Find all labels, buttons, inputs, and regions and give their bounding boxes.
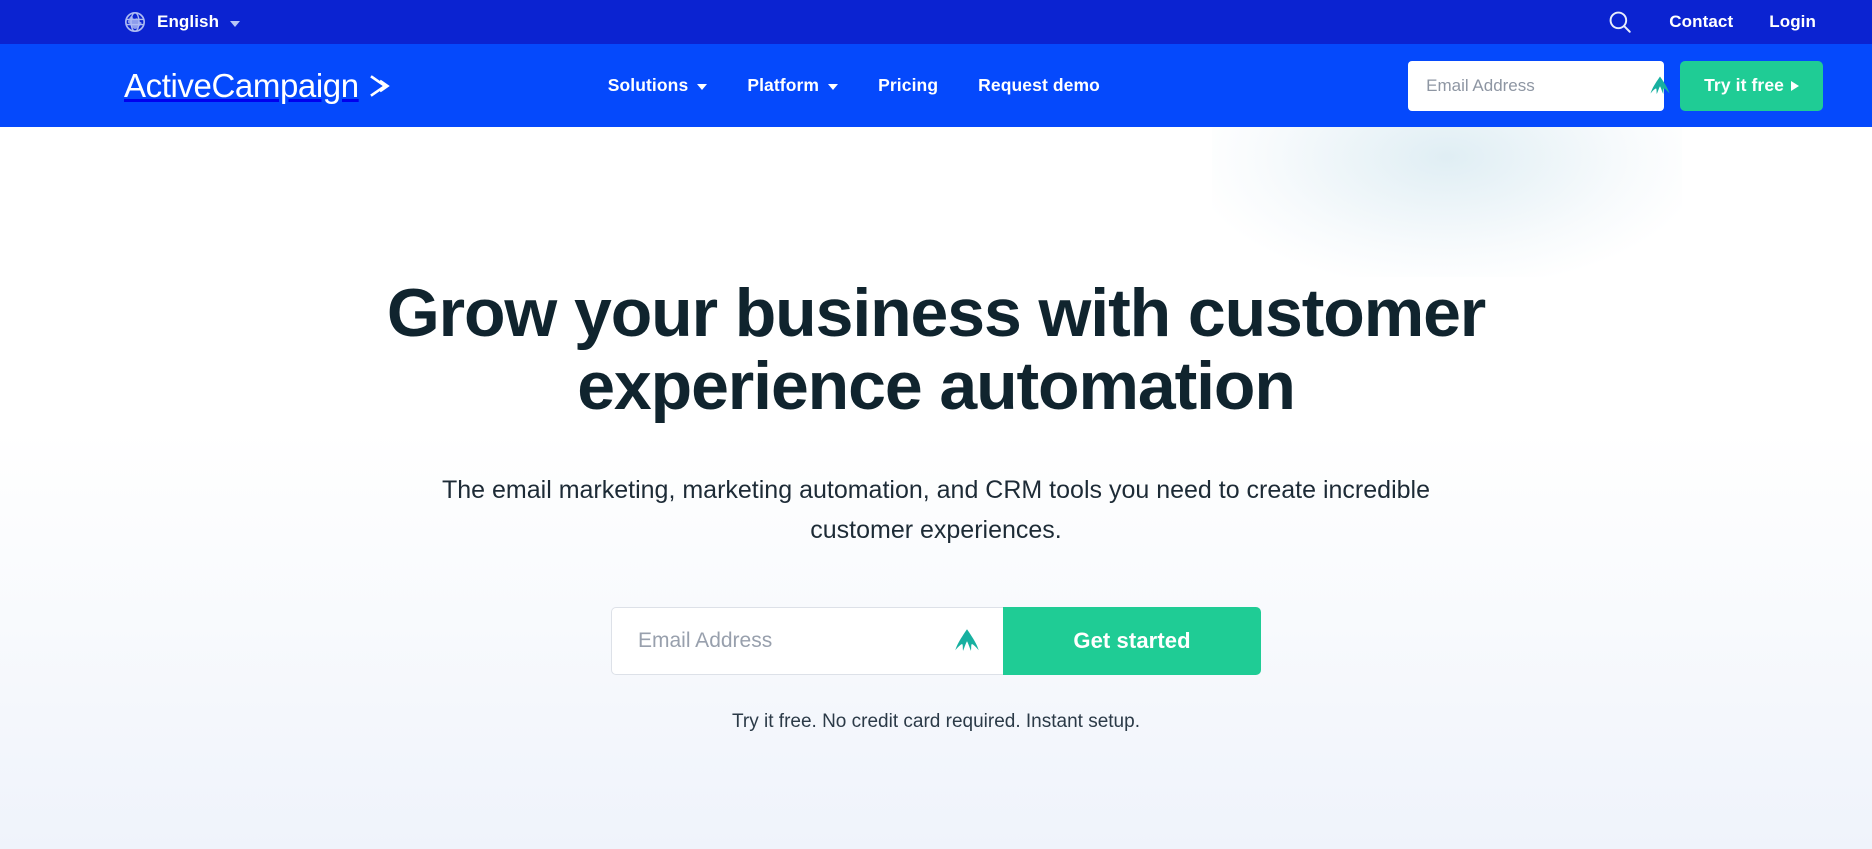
- nordpass-mountain-icon[interactable]: [1647, 74, 1673, 98]
- header-email-input[interactable]: [1426, 75, 1648, 96]
- nav-item-pricing[interactable]: Pricing: [878, 75, 938, 96]
- main-navigation-bar: ActiveCampaign Solutions Platform Pricin…: [0, 44, 1872, 127]
- top-utility-bar: English Contact Login: [0, 0, 1872, 44]
- get-started-button[interactable]: Get started: [1003, 606, 1261, 675]
- login-link[interactable]: Login: [1769, 12, 1816, 32]
- page-title: Grow your business with customer experie…: [386, 275, 1486, 425]
- nav-item-label: Platform: [747, 75, 820, 95]
- hero-subtitle: The email marketing, marketing automatio…: [441, 475, 1430, 545]
- chevron-down-icon: [230, 20, 241, 27]
- contact-link[interactable]: Contact: [1669, 12, 1733, 32]
- top-utility-right: Contact Login: [1607, 9, 1816, 35]
- header-email-field-wrapper[interactable]: [1408, 60, 1670, 111]
- hero-disclaimer: Try it free. No credit card required. In…: [732, 710, 1140, 732]
- hero-content: Grow your business with customer experie…: [0, 275, 1872, 733]
- chevron-down-icon: [697, 84, 708, 90]
- nav-item-solutions[interactable]: Solutions: [608, 75, 708, 96]
- nav-item-label: Request demo: [978, 75, 1100, 95]
- search-icon[interactable]: [1607, 9, 1633, 35]
- chevron-down-icon: [828, 84, 839, 90]
- nav-item-platform[interactable]: Platform: [747, 75, 839, 96]
- nordpass-mountain-icon[interactable]: [951, 626, 983, 656]
- nav-item-label: Solutions: [607, 75, 689, 95]
- nav-signup-group: Try it free: [1408, 60, 1823, 111]
- hero-email-field-wrapper[interactable]: [611, 606, 1003, 675]
- chevron-right-logo-icon: [368, 74, 394, 98]
- activecampaign-logo[interactable]: ActiveCampaign: [124, 69, 394, 102]
- nav-item-label: Pricing: [878, 75, 939, 95]
- nav-links: Solutions Platform Pricing Request demo: [608, 75, 1100, 96]
- triangle-right-icon: [1791, 80, 1799, 91]
- hero-email-input[interactable]: [638, 628, 951, 653]
- hero-signup-form: Get started: [0, 606, 1872, 675]
- hero-section: Grow your business with customer experie…: [0, 127, 1872, 849]
- language-label: English: [157, 12, 220, 31]
- hero-background-blob: [1212, 127, 1682, 277]
- logo-text: ActiveCampaign: [124, 67, 359, 104]
- try-it-free-button[interactable]: Try it free: [1680, 60, 1823, 111]
- try-it-free-label: Try it free: [1704, 75, 1784, 95]
- globe-icon: [124, 11, 146, 33]
- nav-item-request-demo[interactable]: Request demo: [978, 75, 1100, 96]
- language-selector[interactable]: English: [124, 11, 241, 33]
